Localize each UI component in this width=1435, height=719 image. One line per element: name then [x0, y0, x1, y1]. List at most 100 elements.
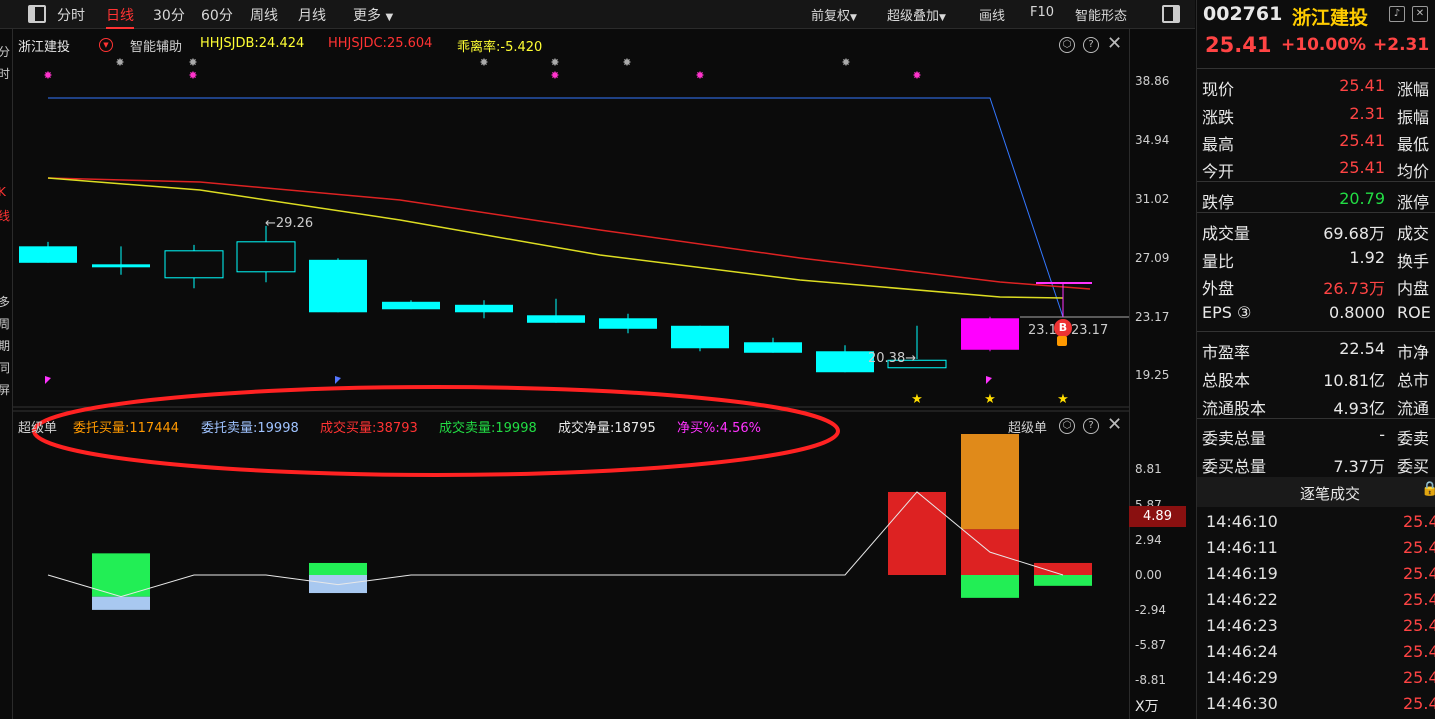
trade-row: 14:46:10 25.4	[1197, 509, 1435, 535]
quote-key-secondary: 流通	[1397, 399, 1430, 418]
current-value-badge: 4.89	[1129, 506, 1186, 527]
quote-key-secondary: 委买	[1397, 457, 1430, 476]
trade-row: 14:46:24 25.4	[1197, 639, 1435, 665]
quote-key-secondary: 换手	[1397, 252, 1430, 271]
volume-bar	[309, 562, 367, 575]
legend-trade-buy: 成交买量:38793	[320, 421, 418, 436]
trade-time: 14:46:29	[1206, 668, 1278, 687]
marker-icon: ✸	[188, 56, 197, 69]
sub-chart-name-right: 超级单	[1008, 421, 1048, 436]
legend-entrust-sell: 委托卖量:19998	[201, 421, 299, 436]
y-tick-label: 31.02	[1135, 192, 1170, 206]
candle-body	[309, 259, 367, 313]
quote-value: 4.93亿	[1333, 399, 1385, 418]
quote-key: 委卖总量	[1202, 429, 1267, 448]
close-panel-icon[interactable]: ✕	[1412, 6, 1428, 22]
trade-time: 14:46:23	[1206, 616, 1278, 635]
current-price: 25.41	[1205, 33, 1272, 57]
candle-body	[19, 246, 77, 263]
trade-price: 25.4	[1403, 512, 1435, 531]
quote-key-secondary: 成交	[1397, 224, 1430, 243]
quote-key-secondary: 涨幅	[1397, 80, 1430, 99]
price-annotation: 23.17	[1071, 323, 1109, 338]
quote-key: 量比	[1202, 252, 1235, 271]
sub-y-tick: 8.81	[1135, 462, 1162, 476]
lock-icon[interactable]: 🔒	[1421, 481, 1435, 497]
quote-key: 委买总量	[1202, 457, 1267, 476]
legend-net-pct: 净买%:4.56%	[677, 421, 762, 436]
legend-trade-sell: 成交卖量:19998	[439, 421, 537, 436]
quote-key-secondary: 振幅	[1397, 108, 1430, 127]
quote-row: 外盘 26.73万 内盘	[1197, 272, 1435, 299]
candle-body	[455, 304, 513, 313]
quote-key: 流通股本	[1202, 399, 1267, 418]
close-icon[interactable]: ✕	[1107, 414, 1122, 435]
quote-value: 22.54	[1339, 339, 1385, 358]
marker-icon: ✸	[841, 56, 850, 69]
trade-row: 14:46:30 25.4	[1197, 691, 1435, 717]
help-icon[interactable]: ?	[1083, 418, 1099, 434]
trade-row: 14:46:23 25.4	[1197, 613, 1435, 639]
volume-bar	[309, 575, 367, 594]
sub-y-tick: -2.94	[1135, 603, 1167, 617]
volume-bar	[961, 575, 1019, 598]
quote-key: 现价	[1202, 80, 1235, 99]
buy-signal-icon[interactable]: B	[1054, 319, 1072, 337]
volume-bar	[92, 575, 150, 597]
trade-time: 14:46:30	[1206, 694, 1278, 713]
candle-body	[744, 342, 802, 353]
marker-icon: ✸	[479, 56, 488, 69]
candle-body	[599, 318, 657, 329]
quote-key: 外盘	[1202, 279, 1235, 298]
divider	[1197, 331, 1435, 332]
quote-value: 0.8000	[1329, 303, 1385, 322]
trade-price: 25.4	[1403, 538, 1435, 557]
stock-code: 002761	[1203, 3, 1283, 25]
quote-key: 跌停	[1202, 193, 1235, 212]
quote-key-secondary: 内盘	[1397, 279, 1430, 298]
quote-row: 最高 25.41 最低	[1197, 128, 1435, 155]
sub-y-tick: -5.87	[1135, 638, 1167, 652]
trade-price: 25.4	[1403, 668, 1435, 687]
star-icon: ★	[1057, 392, 1069, 407]
trades-title: 逐笔成交	[1300, 485, 1361, 503]
quote-key-secondary: 委卖	[1397, 429, 1430, 448]
marker-icon: ✸	[115, 56, 124, 69]
trade-price: 25.4	[1403, 694, 1435, 713]
quote-row: 跌停 20.79 涨停	[1197, 186, 1435, 213]
quote-key-secondary: 涨停	[1397, 193, 1430, 212]
y-tick-label: 34.94	[1135, 133, 1170, 147]
candle-body	[816, 351, 874, 373]
quote-key: 市盈率	[1202, 343, 1251, 362]
y-tick-label: 38.86	[1135, 74, 1170, 88]
star-icon: ★	[984, 392, 996, 407]
sub-y-tick: 0.00	[1135, 568, 1162, 582]
quote-value: 2.31	[1349, 104, 1385, 123]
quote-key: 成交量	[1202, 224, 1251, 243]
unit-label: X万	[1135, 699, 1159, 715]
quote-value: 25.41	[1339, 158, 1385, 177]
change-amount: +2.31	[1373, 35, 1430, 55]
candle-body	[92, 264, 150, 268]
trades-header[interactable]: 逐笔成交 🔒	[1197, 477, 1435, 507]
settings-icon[interactable]: ⬡	[1059, 418, 1075, 434]
candle-body	[671, 325, 729, 349]
quote-value: 7.37万	[1333, 457, 1385, 476]
quote-value: 10.81亿	[1323, 371, 1385, 390]
quote-value: 1.92	[1349, 248, 1385, 267]
trade-row: 14:46:29 25.4	[1197, 665, 1435, 691]
candle-body	[961, 318, 1019, 350]
candle-body	[382, 301, 440, 310]
high-annotation: ←29.26	[265, 216, 314, 231]
trade-price: 25.4	[1403, 590, 1435, 609]
bell-icon[interactable]: ♪	[1389, 6, 1405, 22]
marker-icon: ✸	[695, 69, 704, 82]
volume-bar	[92, 596, 150, 610]
yellow-ma-line	[47, 177, 1064, 299]
quote-row: EPS ③ 0.8000 ROE	[1197, 300, 1435, 327]
quote-key: 总股本	[1202, 371, 1251, 390]
quote-row: 委卖总量 - 委卖	[1197, 422, 1435, 449]
marker-icon	[1057, 336, 1067, 346]
quote-key: 涨跌	[1202, 108, 1235, 127]
quote-value: 25.41	[1339, 131, 1385, 150]
